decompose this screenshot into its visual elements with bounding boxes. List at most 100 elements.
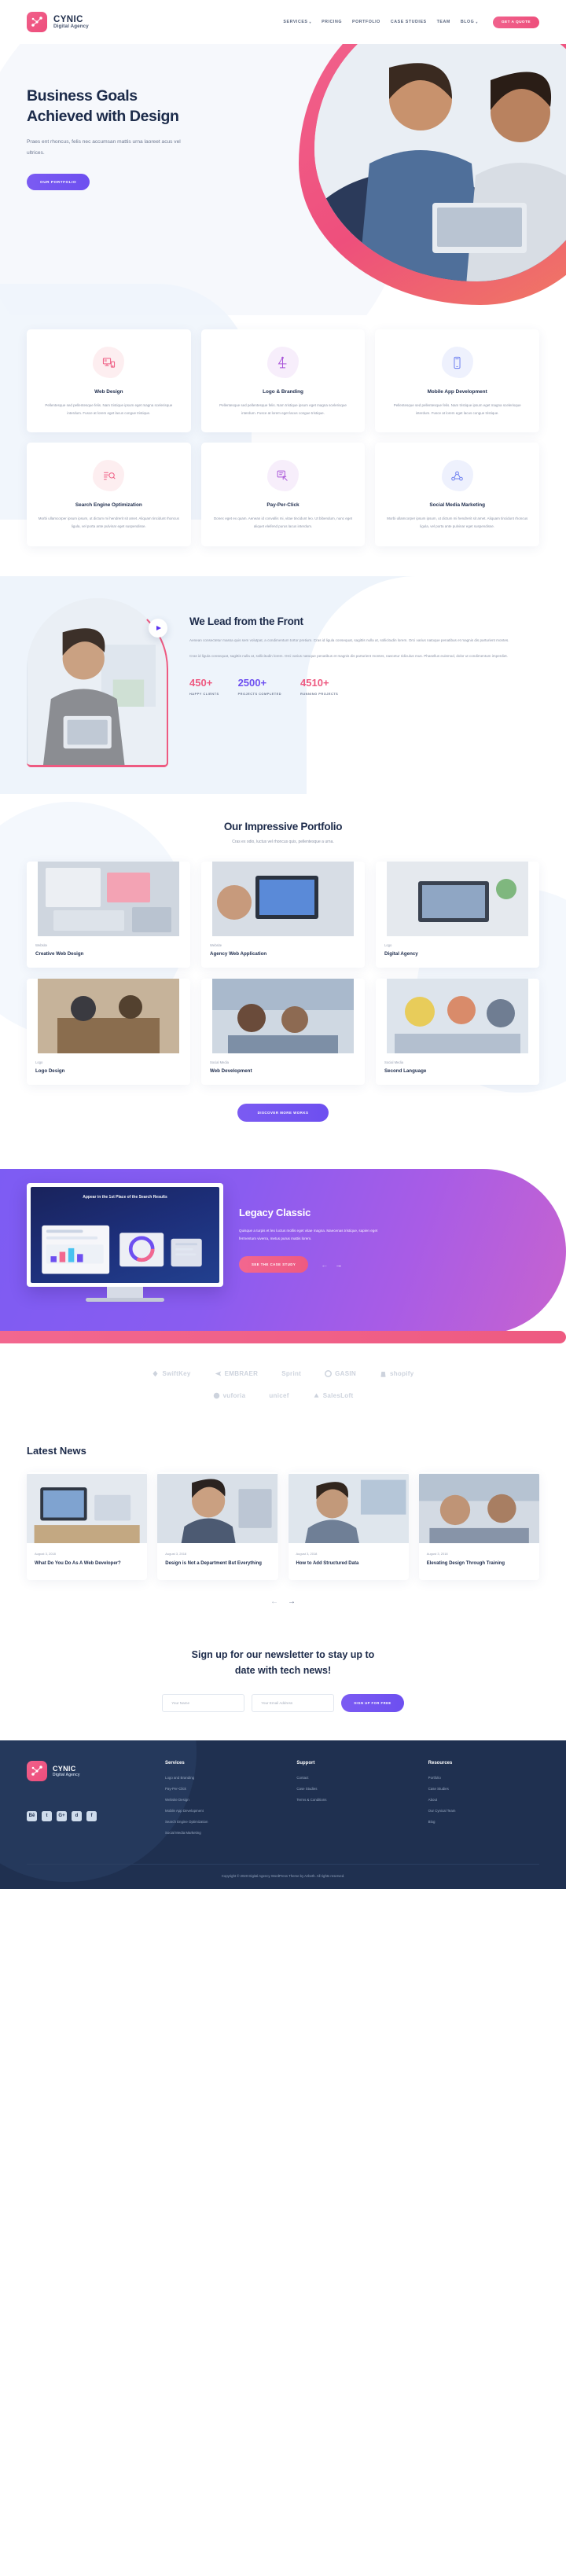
logo-mark-icon — [27, 1760, 47, 1781]
hero-image-container — [267, 44, 566, 315]
stat-value: 2500+ — [237, 676, 267, 689]
portfolio-card[interactable]: Website Agency Web Application — [201, 861, 365, 968]
nav-item-team[interactable]: TEAM — [437, 20, 450, 24]
portfolio-name: Digital Agency — [384, 950, 418, 957]
newsletter-name-input[interactable] — [162, 1693, 245, 1712]
service-card[interactable]: Pay-Per-Click Donec eget ex quam. Aenean… — [200, 443, 366, 546]
main-nav: SERVICES ▾ PRICING PORTFOLIO CASE STUDIES… — [283, 16, 539, 28]
service-card[interactable]: Search Engine Optimization Morbi ullamco… — [27, 443, 191, 546]
arrow-right-icon[interactable]: → — [335, 1261, 342, 1269]
brands-row-2: vuforia unicef SalesLoft — [27, 1392, 539, 1399]
portfolio-name: Second Language — [384, 1068, 427, 1074]
play-video-button[interactable] — [149, 618, 167, 638]
footer-column-heading: Support — [296, 1760, 315, 1766]
footer-link[interactable]: Blog — [428, 1820, 539, 1824]
footer-column-heading: Services — [165, 1760, 185, 1766]
service-card[interactable]: Web Design Pellentesque sed pellentesque… — [27, 329, 191, 433]
portfolio-card[interactable]: Social Media Web Development — [201, 978, 365, 1085]
arrow-left-icon[interactable]: ← — [321, 1261, 328, 1269]
newsletter-signup-button[interactable]: SIGN UP FOR FREE — [341, 1693, 404, 1712]
google-plus-icon[interactable]: G+ — [57, 1810, 67, 1821]
portfolio-section: Our Impressive Portfolio Cras ex odio, l… — [0, 793, 566, 1145]
footer-link[interactable]: Terms & Conditions — [296, 1798, 407, 1802]
dribbble-icon[interactable]: d — [72, 1810, 82, 1821]
portfolio-category: Logo — [35, 1060, 43, 1064]
arrow-left-icon[interactable]: ← — [270, 1597, 278, 1606]
brands-row-1: SwiftKey EMBRAER Sprint GASIN shopify — [27, 1370, 539, 1378]
logo-name: CYNIC — [53, 14, 83, 24]
facebook-icon[interactable]: f — [86, 1810, 97, 1821]
see-case-study-button[interactable]: SEE THE CASE STUDY — [239, 1256, 309, 1273]
portfolio-thumbnail — [27, 978, 190, 1053]
portfolio-card[interactable]: Logo Logo Design — [27, 978, 190, 1085]
news-title: Latest News — [27, 1444, 86, 1457]
behance-icon[interactable]: Bē — [27, 1810, 37, 1821]
footer-link[interactable]: About — [428, 1798, 539, 1802]
news-headline: How to Add Structured Data — [296, 1560, 359, 1566]
nav-item-portfolio[interactable]: PORTFOLIO — [352, 20, 380, 24]
footer-brand-column: CYNIC Digital Agency Bē t G+ d f — [27, 1760, 145, 1842]
portfolio-card[interactable]: Logo Digital Agency — [376, 861, 539, 968]
hero-photo-people — [314, 44, 566, 281]
news-card[interactable]: August 3, 2018 Elevating Design Through … — [418, 1472, 539, 1580]
portfolio-card[interactable]: Social Media Second Language — [376, 978, 539, 1085]
lead-text: We Lead from the Front Aenean consectetu… — [189, 598, 539, 767]
footer-link[interactable]: Contact — [296, 1776, 407, 1780]
brands-section: SwiftKey EMBRAER Sprint GASIN shopify vu… — [0, 1349, 566, 1432]
nav-item-blog[interactable]: BLOG ▾ — [461, 20, 478, 24]
footer-link[interactable]: Logo and Branding — [165, 1776, 276, 1780]
hero-section: Business Goals Achieved with Design Prae… — [0, 44, 566, 315]
service-card[interactable]: Logo & Branding Pellentesque sed pellent… — [200, 329, 366, 433]
news-card[interactable]: August 3, 2018 How to Add Structured Dat… — [288, 1472, 409, 1580]
legacy-accent-bar — [0, 1330, 566, 1343]
lead-photo-ring — [27, 597, 168, 767]
footer-link[interactable]: Case Studies — [428, 1787, 539, 1791]
legacy-section: Appear in the 1st Place of the Search Re… — [0, 1168, 566, 1350]
service-card[interactable]: Social Media Marketing Morbi ullamcorper… — [375, 443, 539, 546]
nav-item-case-studies[interactable]: CASE STUDIES — [391, 20, 427, 24]
nav-item-services[interactable]: SERVICES ▾ — [283, 20, 311, 24]
service-title: Mobile App Development — [427, 389, 487, 395]
news-thumbnail — [288, 1472, 409, 1545]
footer-logo[interactable]: CYNIC Digital Agency — [27, 1760, 145, 1781]
footer-inner: CYNIC Digital Agency Bē t G+ d f Service… — [27, 1760, 539, 1842]
footer-link[interactable]: Portfolio — [428, 1776, 539, 1780]
landing-page: CYNIC Digital Agency SERVICES ▾ PRICING P… — [0, 0, 566, 1889]
portfolio-subtitle: Cras ex odio, luctus vel rhoncus quis, p… — [232, 839, 334, 844]
news-thumbnail — [418, 1472, 539, 1545]
portfolio-thumbnail — [201, 978, 365, 1053]
news-card[interactable]: August 3, 2018 What Do You Do As A Web D… — [27, 1472, 148, 1580]
news-card[interactable]: August 3, 2018 Design is Not a Departmen… — [157, 1472, 278, 1580]
logo[interactable]: CYNIC Digital Agency — [27, 12, 89, 32]
footer-link[interactable]: Website Design — [165, 1798, 276, 1802]
arrow-right-icon[interactable]: → — [288, 1597, 296, 1606]
newsletter-email-input[interactable] — [252, 1693, 335, 1712]
network-nodes-icon — [31, 1766, 42, 1776]
discover-more-works-button[interactable]: DISCOVER MORE WORKS — [237, 1103, 329, 1122]
swiftkey-icon — [153, 1370, 158, 1377]
news-carousel-arrows: ← → — [27, 1597, 539, 1606]
footer-link[interactable]: Pay-Per-Click — [165, 1787, 276, 1791]
hero-title: Business Goals Achieved with Design — [27, 87, 179, 125]
footer-link[interactable]: Social Media Marketing — [165, 1831, 276, 1835]
get-quote-button[interactable]: GET A QUOTE — [492, 16, 539, 28]
hero-portfolio-button[interactable]: OUR PORTFOLIO — [27, 173, 90, 190]
seo-icon — [93, 460, 125, 492]
nav-item-pricing[interactable]: PRICING — [322, 20, 342, 24]
footer-link[interactable]: Mobile App Development — [165, 1809, 276, 1813]
news-section: Latest News August 3, 2018 What Do You D… — [0, 1431, 566, 1628]
service-title: Pay-Per-Click — [266, 502, 300, 509]
news-date: August 3, 2018 — [35, 1551, 56, 1556]
logo-mark-icon — [27, 12, 47, 32]
portfolio-cta-wrap: DISCOVER MORE WORKS — [27, 1103, 539, 1122]
footer-link[interactable]: Case Studies — [296, 1787, 407, 1791]
footer-column-services: Services Logo and Branding Pay-Per-Click… — [165, 1761, 276, 1842]
newsletter-section: Sign up for our newsletter to stay up to… — [0, 1627, 566, 1740]
portfolio-card[interactable]: Website Creative Web Design — [27, 861, 190, 968]
footer-link[interactable]: Our Cynical Team — [428, 1809, 539, 1813]
hero-content: Business Goals Achieved with Design Prae… — [0, 44, 252, 190]
service-card[interactable]: Mobile App Development Pellentesque sed … — [375, 329, 539, 433]
footer-link[interactable]: Search Engine Optimization — [165, 1820, 276, 1824]
portfolio-category: Social Media — [384, 1060, 403, 1064]
twitter-icon[interactable]: t — [42, 1810, 52, 1821]
